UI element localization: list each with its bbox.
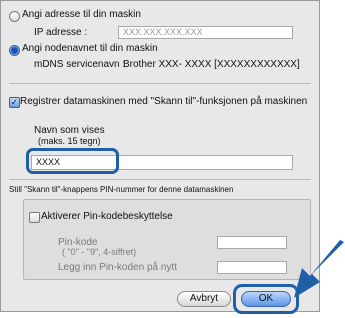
- pin-section-title: Still "Skann til"-knappens PIN-nummer fo…: [9, 185, 234, 194]
- ip-address-label: IP adresse :: [34, 27, 88, 38]
- register-checkbox[interactable]: ✓: [9, 97, 20, 108]
- pin-protection-checkbox[interactable]: [29, 212, 40, 223]
- display-name-hint: (maks. 15 tegn): [38, 136, 101, 146]
- register-label: Registrer datamaskinen med "Skann til"-f…: [20, 96, 308, 107]
- radio-nodename[interactable]: [9, 45, 20, 56]
- radio-nodename-label: Angi nodenavnet til din maskin: [22, 43, 158, 54]
- dialog-window: Angi adresse til din maskin IP adresse :…: [0, 0, 320, 314]
- divider: [9, 179, 311, 180]
- cancel-button[interactable]: Avbryt: [177, 291, 231, 307]
- pin-confirm-input[interactable]: [217, 261, 287, 274]
- radio-address[interactable]: [9, 11, 20, 22]
- display-name-callout: [26, 148, 119, 174]
- radio-address-label: Angi adresse til din maskin: [22, 9, 141, 20]
- arrow-pointer-icon: [294, 240, 344, 298]
- ip-address-input[interactable]: XXX.XXX.XXX.XXX: [118, 26, 293, 39]
- mdns-value: Brother XXX- XXXX [XXXXXXXXXXXX]: [123, 59, 300, 70]
- mdns-label: mDNS servicenavn :: [34, 59, 126, 70]
- pin-confirm-label: Legg inn Pin-koden på nytt: [58, 262, 177, 273]
- divider: [9, 83, 311, 84]
- display-name-label: Navn som vises: [34, 125, 105, 136]
- pin-code-hint: ( "0" - "9", 4-siffret): [62, 247, 137, 257]
- pin-code-input[interactable]: [217, 236, 287, 249]
- pin-protection-label: Aktiverer Pin-kodebeskyttelse: [41, 211, 173, 222]
